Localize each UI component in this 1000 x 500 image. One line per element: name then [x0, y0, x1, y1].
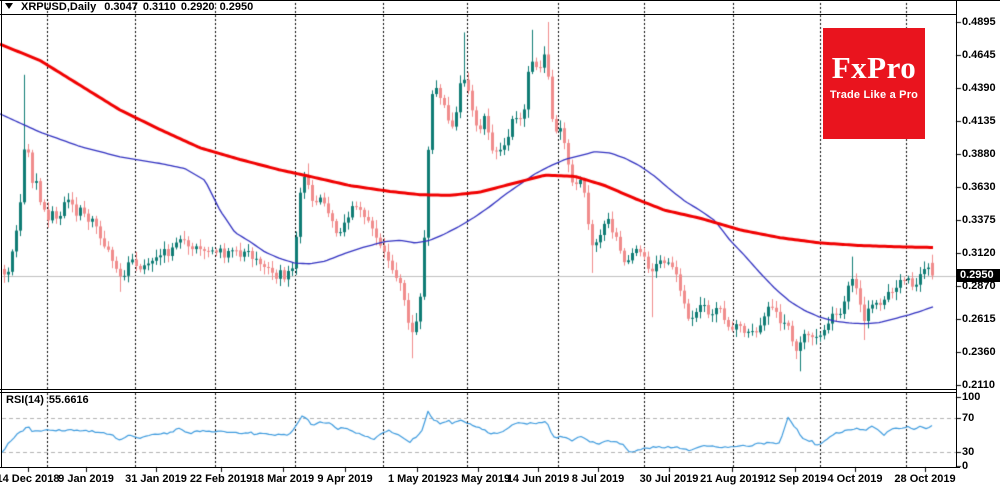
- price-axis-label: 0.2110: [962, 379, 1000, 391]
- price-axis-label: 0.3375: [962, 214, 1000, 226]
- price-axis-label: 0.3880: [962, 148, 1000, 160]
- price-axis-label: 0.2360: [962, 346, 1000, 358]
- ohlc-header: XRPUSD,Daily 0.3047 0.3110 0.2920 0.2950: [5, 1, 253, 13]
- price-axis-label: 0.2615: [962, 313, 1000, 325]
- time-axis-line: [0, 467, 960, 468]
- price-axis-label: 0.3630: [962, 181, 1000, 193]
- price-axis-label: 0.3120: [962, 247, 1000, 259]
- time-axis-label: 28 Oct 2019: [880, 473, 970, 485]
- rsi-indicator-label: RSI(14) 55.6616: [6, 394, 89, 406]
- main-chart-top-border: [0, 14, 956, 15]
- price-axis-border[interactable]: [956, 0, 957, 468]
- mt4-chart-window: XRPUSD,Daily 0.3047 0.3110 0.2920 0.2950 RSI…: [0, 0, 1000, 500]
- fxpro-logo: FxPro Trade Like a Pro: [823, 28, 925, 139]
- rsi-name: RSI(14): [6, 394, 44, 406]
- rsi-value: 55.6616: [49, 394, 89, 406]
- high-value: 0.3110: [143, 1, 176, 13]
- rsi-axis-label: 70: [962, 412, 1000, 424]
- current-price-tag: 0.2950: [957, 269, 1000, 282]
- rsi-axis-label: 30: [962, 446, 1000, 458]
- low-value: 0.2920: [181, 1, 215, 13]
- triangle-down-icon[interactable]: [5, 3, 13, 9]
- symbol-timeframe: XRPUSD,Daily: [21, 1, 96, 13]
- rsi-panel-top-border: [0, 392, 956, 393]
- fxpro-logo-tagline: Trade Like a Pro: [823, 89, 925, 101]
- price-axis-label: 0.4390: [962, 82, 1000, 94]
- close-value: 0.2950: [220, 1, 254, 13]
- price-axis-label: 0.4895: [962, 16, 1000, 28]
- open-value: 0.3047: [104, 1, 138, 13]
- rsi-axis-label: 0: [962, 460, 1000, 472]
- main-chart-bottom-border: [0, 389, 956, 390]
- price-axis-label: 0.4645: [962, 49, 1000, 61]
- rsi-axis-label: 100: [962, 391, 1000, 403]
- price-axis-label: 0.4135: [962, 115, 1000, 127]
- fxpro-logo-title: FxPro: [823, 50, 925, 86]
- chart-left-border: [1, 0, 2, 467]
